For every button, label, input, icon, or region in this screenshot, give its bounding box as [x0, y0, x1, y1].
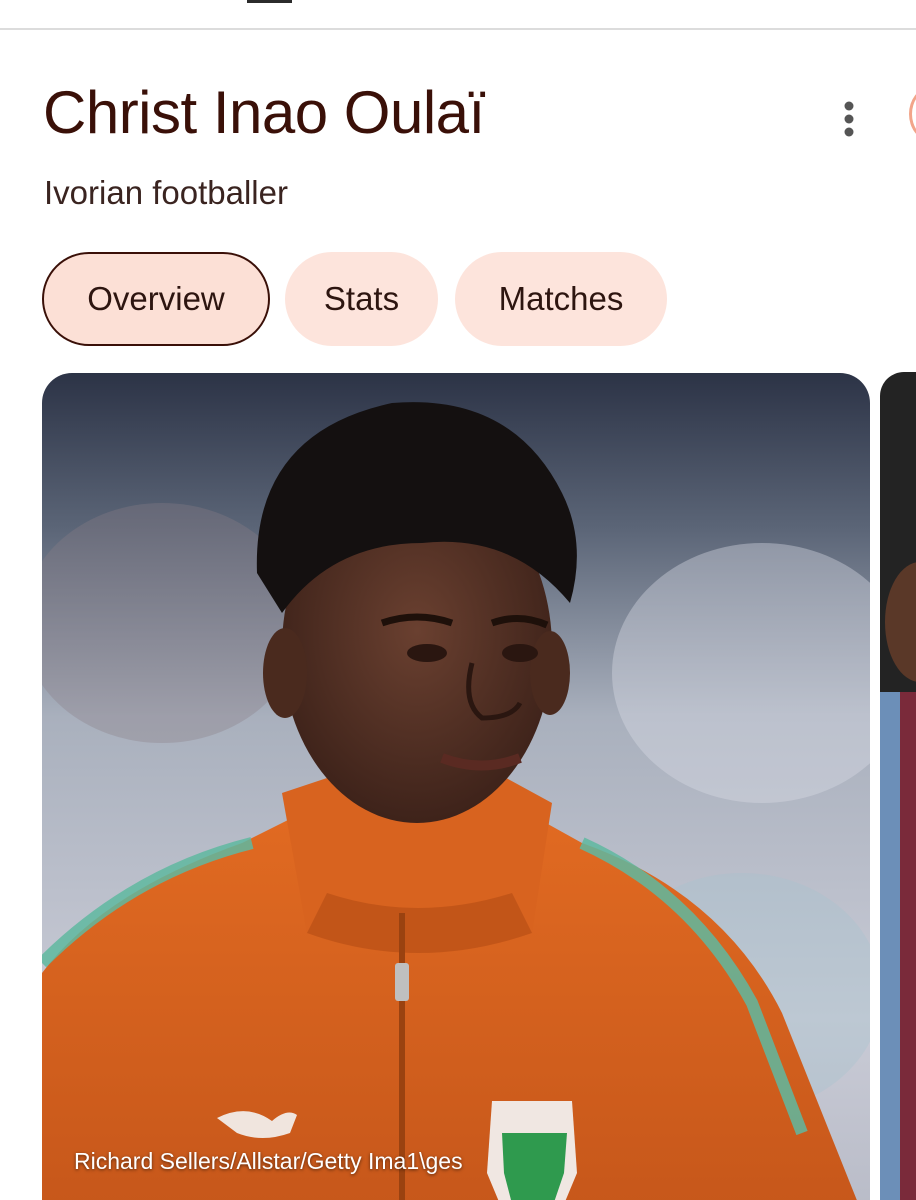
tab-matches[interactable]: Matches	[455, 252, 667, 346]
player-photo-card[interactable]: Richard Sellers/Allstar/Getty Ima1\ges	[42, 373, 870, 1200]
tab-overview[interactable]: Overview	[42, 252, 270, 346]
more-options-button[interactable]	[826, 96, 872, 142]
more-vert-icon	[844, 101, 854, 137]
next-player-photo	[880, 372, 916, 1200]
next-photo-card[interactable]	[880, 372, 916, 1200]
entity-subtitle: Ivorian footballer	[44, 174, 288, 211]
top-tab-indicator	[247, 0, 292, 3]
tab-overview-label: Overview	[87, 280, 225, 317]
tab-stats-label: Stats	[323, 280, 400, 317]
top-divider	[0, 28, 916, 30]
account-avatar[interactable]	[909, 88, 916, 140]
player-photo	[42, 373, 870, 1200]
image-credit: Richard Sellers/Allstar/Getty Ima1\ges	[74, 1148, 463, 1174]
tab-stats[interactable]: Stats	[285, 252, 438, 346]
tab-matches-label: Matches	[498, 280, 624, 317]
entity-title: Christ Inao Oulaï	[43, 79, 485, 146]
page: Christ Inao Oulaï Ivorian footballer Ove…	[0, 0, 916, 1200]
